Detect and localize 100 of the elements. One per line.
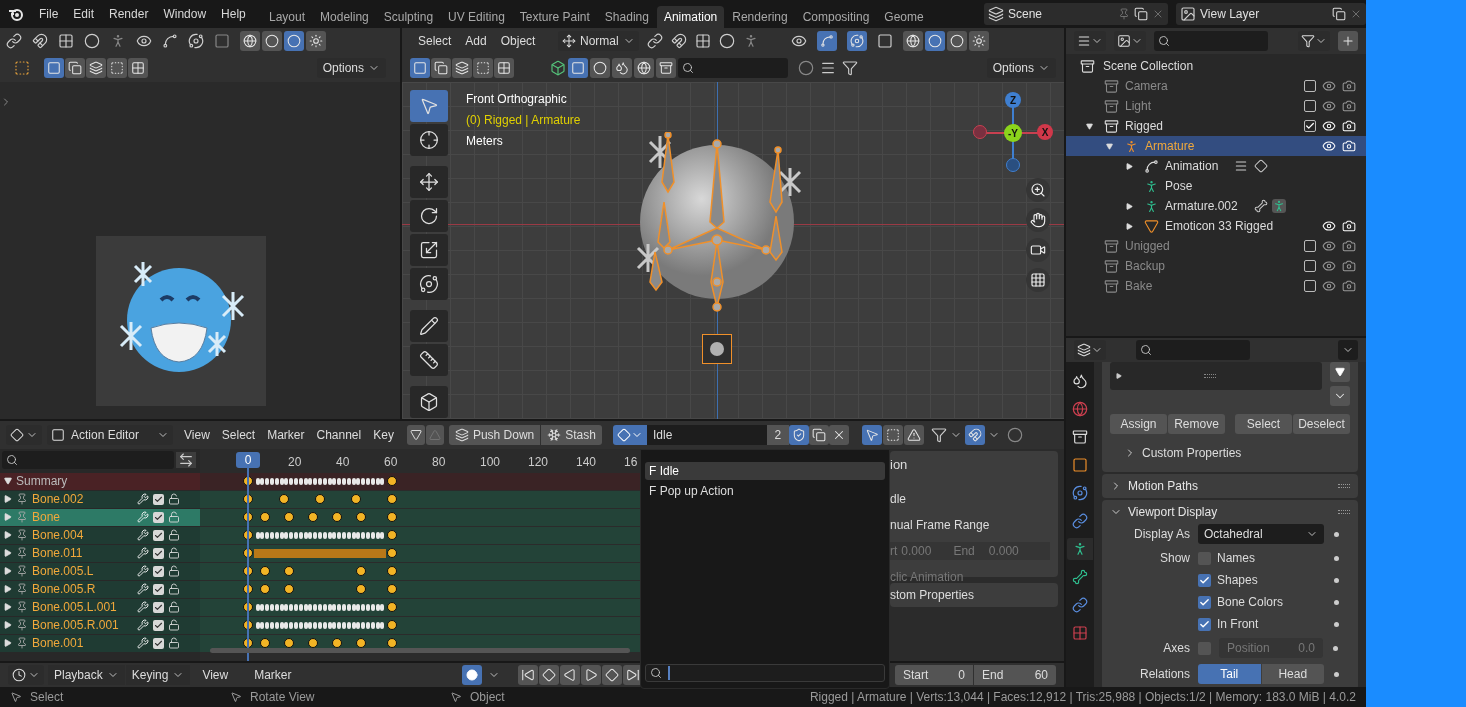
workspace-tab[interactable]: Texture Paint bbox=[512, 6, 597, 28]
action-list-item[interactable]: F Idle bbox=[645, 461, 885, 480]
outliner-row[interactable]: Camera bbox=[1066, 76, 1366, 96]
frame-number: 40 bbox=[336, 453, 350, 471]
outliner-item-name: Animation bbox=[1165, 158, 1219, 175]
start-frame-field[interactable]: Start 0 bbox=[895, 665, 973, 686]
menu-item[interactable]: Key bbox=[373, 425, 394, 444]
bone-channel[interactable]: Bone.011 bbox=[0, 544, 200, 562]
checkbox-label[interactable]: Bone Colors bbox=[1217, 593, 1324, 611]
x-axis-handle[interactable]: X bbox=[1037, 124, 1053, 140]
outliner-row[interactable]: Emoticon 33 Rigged bbox=[1066, 216, 1366, 236]
field-label: Display As bbox=[1132, 526, 1191, 543]
bone-collection-button[interactable]: Remove bbox=[1168, 414, 1225, 434]
bone-channel[interactable]: Bone.005.R bbox=[0, 580, 200, 598]
workspace-tab[interactable]: Shading bbox=[597, 6, 656, 28]
menu-item[interactable]: Select bbox=[418, 32, 452, 50]
outliner-row[interactable]: Pose bbox=[1066, 176, 1366, 196]
channel-name: Bone.005.R bbox=[32, 581, 97, 599]
relation-toggle[interactable]: Tail bbox=[1198, 664, 1261, 684]
outliner-item-name: Bake bbox=[1125, 278, 1153, 295]
end-frame-field[interactable]: End 60 bbox=[974, 665, 1056, 686]
menu-item[interactable]: Help bbox=[221, 5, 246, 23]
outliner-item-name[interactable]: Scene Collection bbox=[1103, 57, 1194, 75]
channel-name: Bone.005.L.001 bbox=[32, 599, 118, 617]
checkbox-label[interactable]: Shapes bbox=[1217, 571, 1324, 589]
user-count[interactable]: 2 bbox=[766, 424, 789, 445]
panel-title[interactable]: ion bbox=[890, 454, 1058, 475]
outliner-item-name: Light bbox=[1125, 98, 1152, 115]
outliner-row[interactable]: Bake bbox=[1066, 276, 1366, 296]
bone-collection-button[interactable]: Deselect bbox=[1293, 414, 1350, 434]
menu-item[interactable]: Channel bbox=[316, 425, 362, 444]
frame-number: 20 bbox=[288, 453, 302, 471]
manual-range-label[interactable]: nual Frame Range bbox=[890, 516, 1058, 535]
menu-dropdown[interactable]: Keying bbox=[125, 665, 191, 686]
outliner-item-name: Pose bbox=[1165, 178, 1193, 195]
outliner-row[interactable]: Backup bbox=[1066, 256, 1366, 276]
action-name-field[interactable]: Idle bbox=[646, 424, 767, 445]
display-as-dropdown[interactable]: Octahedral bbox=[1198, 524, 1324, 544]
menu-item[interactable]: File bbox=[39, 5, 59, 23]
z-axis-handle[interactable]: Z bbox=[1005, 92, 1021, 108]
end-value: 0.000 bbox=[988, 543, 1019, 561]
view-layer-selector[interactable]: View Layer bbox=[1176, 3, 1366, 25]
menu-item[interactable]: Marker bbox=[267, 425, 305, 444]
outliner-row[interactable]: Animation bbox=[1066, 156, 1366, 176]
workspace-tab[interactable]: Sculpting bbox=[376, 6, 441, 28]
options-dropdown[interactable]: Options bbox=[986, 58, 1056, 78]
y-axis-handle[interactable]: -Y bbox=[1004, 124, 1022, 142]
bone-channel[interactable]: Bone.005.L bbox=[0, 562, 200, 580]
outliner-row[interactable]: Unigged bbox=[1066, 236, 1366, 256]
orientation-dropdown[interactable]: Normal bbox=[558, 31, 639, 51]
menu-item[interactable]: Marker bbox=[254, 666, 292, 685]
options-dropdown[interactable]: Options bbox=[316, 58, 386, 78]
menu-item[interactable]: Object bbox=[500, 32, 536, 50]
stash-button[interactable]: Stash bbox=[541, 424, 602, 445]
outliner-row[interactable]: Rigged bbox=[1066, 116, 1366, 136]
bone-collection-button[interactable]: Assign bbox=[1110, 414, 1167, 434]
menu-item[interactable]: Window bbox=[163, 5, 207, 23]
scene-selector[interactable]: Scene bbox=[984, 3, 1168, 25]
outliner-row[interactable]: Armature bbox=[1066, 136, 1366, 156]
bone-channel[interactable]: Bone.005.R.001 bbox=[0, 616, 200, 634]
menu-item[interactable]: Edit bbox=[73, 5, 95, 23]
status-hint: Select bbox=[30, 689, 64, 706]
bone-channel[interactable]: Bone.005.L.001 bbox=[0, 598, 200, 616]
menu-dropdown[interactable]: Playback bbox=[48, 665, 125, 686]
workspace-tab[interactable]: Compositing bbox=[795, 6, 877, 28]
bone-channel[interactable]: Bone.002 bbox=[0, 490, 200, 508]
mode-dropdown[interactable]: Action Editor bbox=[47, 424, 173, 445]
workspace-tab[interactable]: Rendering bbox=[725, 6, 795, 28]
workspace-tab[interactable]: Modeling bbox=[313, 6, 376, 28]
workspace-tab[interactable]: Animation bbox=[656, 6, 725, 28]
panel-header[interactable]: Viewport Display bbox=[1102, 500, 1358, 524]
bone-collection-button[interactable]: Select bbox=[1235, 414, 1292, 434]
menu-item[interactable]: Add bbox=[465, 32, 487, 50]
custom-properties-subpanel[interactable]: Custom Properties bbox=[1110, 442, 1350, 464]
checkbox-label[interactable]: In Front bbox=[1217, 615, 1324, 633]
menu-item[interactable]: Select bbox=[221, 425, 256, 444]
scene-name: Scene bbox=[1008, 6, 1044, 23]
outliner-item-name: Unigged bbox=[1125, 238, 1170, 255]
panel-title: stom Properties bbox=[890, 586, 975, 604]
summary-channel[interactable]: Summary bbox=[0, 472, 200, 490]
menu-item[interactable]: View bbox=[184, 425, 210, 444]
custom-properties-panel[interactable]: stom Properties bbox=[890, 582, 1058, 607]
outliner-row[interactable]: Light bbox=[1066, 96, 1366, 116]
outliner-row[interactable]: Armature.002 bbox=[1066, 196, 1366, 216]
relation-toggle[interactable]: Head bbox=[1261, 664, 1324, 684]
workspace-tab[interactable]: Geome bbox=[877, 6, 931, 28]
panel-header[interactable]: Motion Paths bbox=[1102, 474, 1358, 498]
current-frame-indicator[interactable]: 0 bbox=[236, 451, 260, 468]
action-list-item[interactable]: F Pop up Action bbox=[645, 481, 885, 500]
workspace-tab[interactable]: UV Editing bbox=[441, 6, 512, 28]
bone-channel[interactable]: Bone.001 bbox=[0, 634, 200, 652]
menu-item[interactable]: Render bbox=[109, 5, 149, 23]
channel-name: Bone.011 bbox=[32, 545, 84, 563]
outliner-item-name: Camera bbox=[1125, 78, 1168, 95]
bone-channel[interactable]: Bone.004 bbox=[0, 526, 200, 544]
outliner-item-name: Rigged bbox=[1125, 118, 1164, 135]
checkbox-label[interactable]: Names bbox=[1217, 549, 1324, 567]
workspace-tab[interactable]: Layout bbox=[262, 6, 313, 28]
push-down-button[interactable]: Push Down bbox=[448, 424, 541, 445]
menu-item[interactable]: View bbox=[202, 666, 229, 685]
